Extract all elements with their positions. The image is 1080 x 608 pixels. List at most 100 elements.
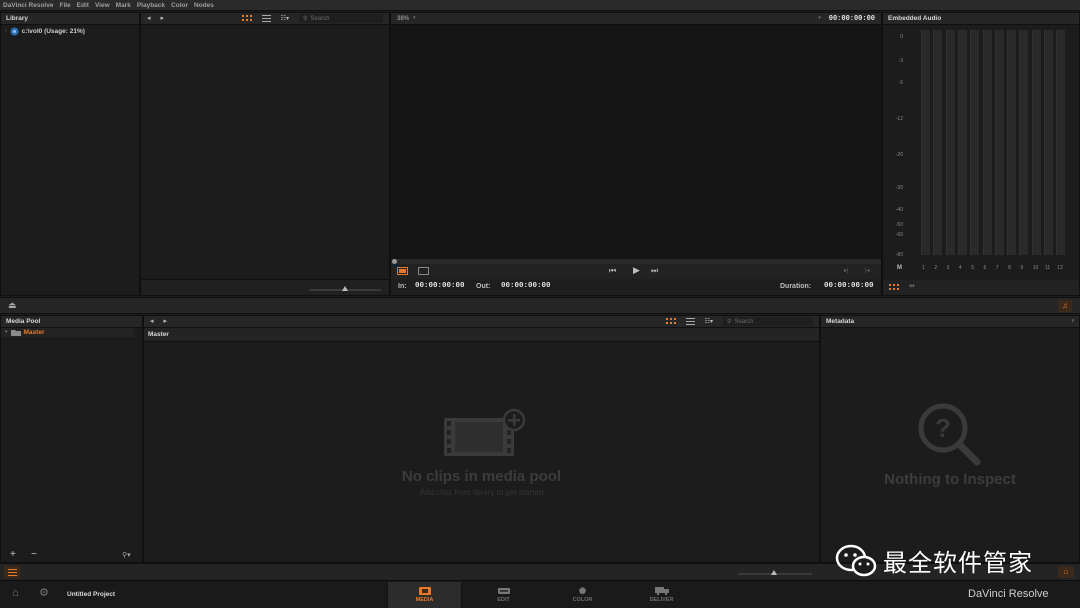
delivery-truck-icon: [654, 587, 669, 595]
audio-title: Embedded Audio: [888, 15, 942, 22]
menu-view[interactable]: View: [95, 2, 110, 9]
next-frame-icon[interactable]: ▸|: [844, 268, 849, 274]
forward-arrow-icon[interactable]: ▸: [161, 15, 165, 22]
empty-pool-subtitle: Add clips from library to get started: [419, 488, 544, 497]
list-toggle-icon: [7, 568, 17, 576]
source-clip-icon[interactable]: [397, 267, 408, 275]
tab-edit[interactable]: EDIT: [466, 582, 541, 608]
rewind-icon[interactable]: ⏮: [609, 267, 616, 275]
gear-icon[interactable]: ⚙: [39, 588, 49, 599]
viewer-toolbar: 38% ▾ ▾ 00:00:00:00: [391, 13, 881, 25]
in-timecode[interactable]: 00:00:00:00: [415, 282, 465, 290]
zoom-dropdown-icon[interactable]: ▾: [413, 16, 416, 21]
tab-media[interactable]: MEDIA: [387, 582, 462, 608]
remove-bin-icon[interactable]: −: [31, 550, 37, 560]
audio-channel-label: 8: [1008, 265, 1011, 271]
pool-list-toggle-button[interactable]: [4, 566, 20, 578]
music-note-icon: ♫: [1062, 301, 1068, 310]
audio-header: Embedded Audio: [883, 13, 1079, 25]
meter-view-icon[interactable]: [889, 284, 899, 291]
pool-back-arrow-icon[interactable]: ◂: [150, 318, 154, 325]
library-volume-item[interactable]: › c:\vol0 (Usage: 21%): [1, 25, 139, 38]
pool-thumbnail-view-icon[interactable]: [665, 318, 676, 325]
pool-zoom-thumb[interactable]: [771, 570, 777, 575]
metadata-panel: Metadata ▾ ? Nothing to Inspect: [820, 315, 1080, 563]
audio-channel-label: 2: [934, 265, 938, 271]
zoom-level[interactable]: 38%: [397, 16, 409, 22]
master-meter-label: M: [897, 265, 902, 271]
watermark: 最全软件管家: [835, 543, 1033, 578]
fast-forward-icon[interactable]: ⏭: [651, 267, 658, 275]
audio-meter-bar: [921, 30, 930, 255]
tab-deliver[interactable]: DELIVER: [624, 582, 699, 608]
page-bar: ⌂ ⚙ Untitled Project MEDIA EDIT ✺ COLOR …: [0, 580, 1080, 608]
audio-scale-label: -30: [895, 185, 903, 191]
tab-edit-label: EDIT: [497, 597, 510, 603]
clip-area-toolbar: ◂ ▸ ☷▾ ⚲ Search: [144, 316, 819, 328]
pool-forward-arrow-icon[interactable]: ▸: [164, 318, 168, 325]
menu-app[interactable]: DaVinci Resolve: [3, 2, 53, 9]
back-arrow-icon[interactable]: ◂: [147, 15, 151, 22]
audio-channel-label: 12: [1057, 265, 1063, 271]
out-label: Out:: [476, 283, 491, 290]
audio-channel-label: 9: [1020, 265, 1024, 271]
menu-nodes[interactable]: Nodes: [194, 2, 214, 9]
in-out-bar: In: 00:00:00:00 Out: 00:00:00:00 Duratio…: [391, 279, 881, 295]
menu-file[interactable]: File: [59, 2, 70, 9]
metadata-dropdown-icon[interactable]: ▾: [1071, 319, 1074, 324]
audio-channel-label: 11: [1045, 265, 1051, 271]
zoom-search-icon[interactable]: ⚲▾: [122, 552, 131, 559]
timecode-dropdown-icon[interactable]: ▾: [818, 16, 821, 21]
tag-icon: ⌂: [1063, 567, 1069, 576]
tab-color-label: COLOR: [572, 597, 593, 603]
master-folder-item[interactable]: ▾ Master: [1, 328, 134, 337]
sort-dropdown-icon[interactable]: ☷▾: [281, 16, 289, 22]
browser-zoom-thumb[interactable]: [342, 286, 348, 291]
chevron-right-icon[interactable]: ›: [5, 29, 7, 34]
svg-text:?: ?: [935, 413, 951, 443]
tab-color[interactable]: ✺ COLOR: [545, 582, 620, 608]
viewer-image-area[interactable]: [391, 26, 881, 259]
list-view-icon[interactable]: [261, 15, 271, 22]
audio-channel-label: 7: [995, 265, 999, 271]
out-timecode[interactable]: 00:00:00:00: [501, 282, 551, 290]
pool-list-view-icon[interactable]: [685, 318, 695, 325]
menu-playback[interactable]: Playback: [137, 2, 165, 9]
waveform-icon[interactable]: ⇹: [909, 283, 915, 290]
clip-area-panel: ◂ ▸ ☷▾ ⚲ Search Master No clips in media…: [143, 315, 820, 563]
audio-scale-label: -6: [898, 80, 903, 86]
menu-mark[interactable]: Mark: [116, 2, 131, 9]
thumbnail-view-icon[interactable]: [241, 15, 252, 22]
browser-search[interactable]: ⚲ Search: [299, 14, 383, 23]
audio-scale-label: -50: [895, 222, 903, 228]
audio-channel-label: 3: [946, 265, 950, 271]
chevron-down-icon[interactable]: ▾: [5, 330, 8, 335]
metadata-tag-button[interactable]: ⌂: [1058, 566, 1074, 578]
menu-edit[interactable]: Edit: [77, 2, 89, 9]
audio-scale-label: -80: [895, 252, 903, 258]
audio-toggle-button[interactable]: ♫: [1058, 300, 1072, 312]
menu-color[interactable]: Color: [171, 2, 188, 9]
browser-panel: ◂ ▸ ☷▾ ⚲ Search: [140, 12, 390, 296]
add-bin-icon[interactable]: +: [10, 550, 16, 560]
menu-bar: DaVinci Resolve File Edit View Mark Play…: [0, 0, 1080, 11]
timeline-view-icon[interactable]: [418, 267, 429, 275]
user-upload-icon[interactable]: ⏏: [8, 301, 17, 310]
media-pool-title: Media Pool: [6, 318, 41, 325]
color-wheel-icon: ✺: [578, 586, 587, 596]
audio-meter-bar: [933, 30, 943, 255]
pool-search[interactable]: ⚲ Search: [723, 317, 813, 326]
duration-timecode: 00:00:00:00: [824, 282, 874, 290]
audio-scale-label: -60: [895, 232, 903, 238]
library-panel: Library › c:\vol0 (Usage: 21%): [0, 12, 140, 296]
home-icon[interactable]: ⌂: [12, 588, 19, 599]
metadata-title: Metadata: [826, 318, 855, 325]
audio-meter-bar: [1019, 30, 1029, 255]
audio-meter-bar: [1007, 30, 1017, 255]
pool-sort-dropdown-icon[interactable]: ☷▾: [705, 319, 713, 325]
prev-frame-icon[interactable]: |◂: [865, 268, 870, 274]
audio-meter-bar: [970, 30, 980, 255]
audio-meter-bar: [957, 30, 967, 255]
viewer-timecode: 00:00:00:00: [828, 14, 875, 23]
play-icon[interactable]: ▶: [633, 266, 640, 275]
